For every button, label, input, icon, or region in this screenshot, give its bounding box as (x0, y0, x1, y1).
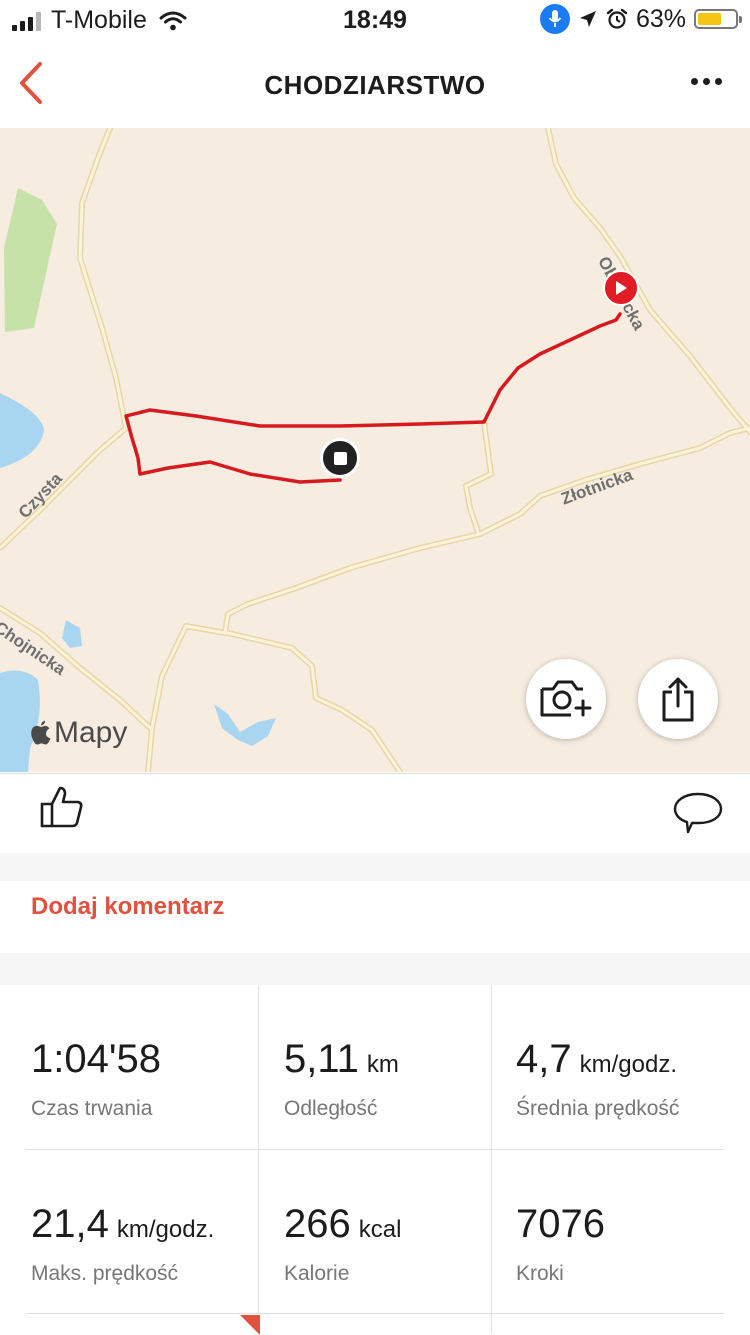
lake-area (0, 393, 44, 468)
comment-bubble-icon[interactable] (672, 790, 724, 836)
route-map[interactable]: Czysta Chojnicka Złotnicka Ob cka Mapy (0, 128, 750, 772)
grid-divider (26, 1313, 724, 1314)
battery-percent: 63% (635, 4, 686, 33)
stat-steps: 7076 Kroki (516, 1150, 749, 1314)
pond-1 (62, 620, 82, 648)
stop-icon (333, 451, 347, 465)
stat-value: 266 (284, 1202, 351, 1246)
more-options-icon[interactable] (691, 78, 722, 85)
grid-divider (258, 985, 259, 1334)
stat-label: Odległość (284, 1097, 378, 1120)
stat-calories: 266 kcal Kalorie (284, 1150, 517, 1314)
section-divider (0, 853, 750, 881)
apple-logo-icon (31, 720, 51, 745)
camera-plus-icon (540, 680, 592, 717)
stat-label: Kalorie (284, 1262, 350, 1285)
status-bar: T-Mobile 18:49 63% (0, 0, 750, 42)
navigation-bar: CHODZIARSTWO (0, 44, 750, 128)
stat-distance: 5,11 km Odległość (284, 985, 517, 1149)
alarm-icon (606, 8, 628, 29)
workout-stats-grid: 1:04'58 Czas trwania 5,11 km Odległość 4,… (0, 985, 750, 1335)
add-comment-row[interactable]: Dodaj komentarz (0, 881, 750, 953)
stat-unit: km/godz. (579, 1051, 677, 1078)
stat-label: Maks. prędkość (31, 1262, 179, 1285)
add-photo-button[interactable] (526, 659, 606, 739)
maps-logo: Mapy (30, 716, 127, 750)
stat-value: 21,4 (31, 1202, 109, 1246)
thumbs-up-icon[interactable] (38, 782, 86, 830)
status-right: 63% (539, 4, 742, 34)
maps-logo-text: Mapy (54, 716, 128, 749)
page-title: CHODZIARSTWO (264, 70, 486, 100)
stat-label: Czas trwania (31, 1097, 153, 1120)
stat-max-speed: 21,4 km/godz. Maks. prędkość (31, 1150, 264, 1314)
battery-icon (694, 9, 742, 29)
park-area (4, 188, 57, 332)
route-end-marker[interactable] (320, 438, 360, 478)
walking-route-line (124, 312, 622, 484)
stat-value: 7076 (516, 1202, 605, 1246)
share-icon (662, 677, 694, 722)
stat-value: 1:04'58 (31, 1037, 161, 1081)
stat-unit: km/godz. (116, 1216, 215, 1243)
grid-divider (491, 985, 492, 1334)
stat-unit: km (366, 1051, 399, 1078)
map-canvas (0, 128, 750, 772)
pond-2 (214, 704, 276, 746)
section-divider (0, 953, 750, 985)
microphone-icon (539, 4, 570, 34)
stat-average-speed: 4,7 km/godz. Średnia prędkość (516, 985, 749, 1149)
more-stats-indicator[interactable] (240, 1315, 260, 1335)
stat-label: Kroki (516, 1262, 564, 1285)
grid-divider (26, 1149, 724, 1150)
share-button[interactable] (638, 659, 718, 739)
stat-label: Średnia prędkość (516, 1097, 680, 1120)
location-arrow-icon (579, 11, 596, 27)
stat-unit: kcal (358, 1216, 402, 1243)
route-start-marker[interactable] (603, 270, 639, 306)
add-comment-link[interactable]: Dodaj komentarz (31, 893, 224, 921)
stat-duration: 1:04'58 Czas trwania (31, 985, 264, 1149)
stat-value: 5,11 (284, 1037, 359, 1081)
social-actions-row (0, 773, 750, 854)
stat-value: 4,7 (516, 1037, 572, 1081)
